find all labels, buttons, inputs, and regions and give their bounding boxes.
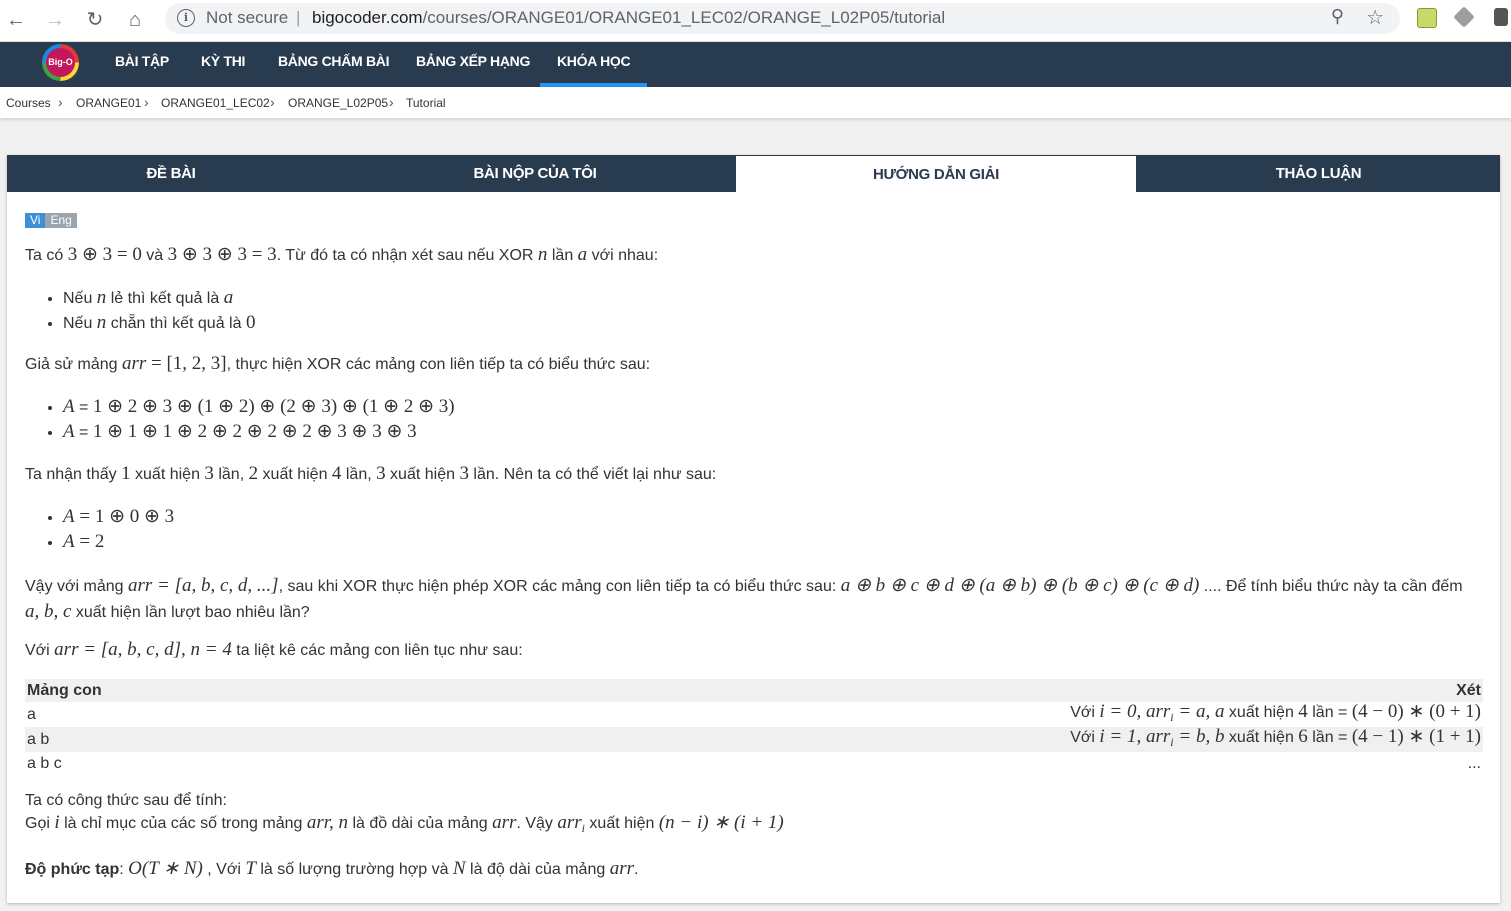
nav-bang-xep-hang[interactable]: BẢNG XẾP HẠNG xyxy=(416,42,530,87)
example-paragraph: Giả sử mảng arr = [1, 2, 3], thực hiện X… xyxy=(25,353,651,374)
table-cell: a xyxy=(27,705,36,723)
tab-bai-nop[interactable]: BÀI NỘP CỦA TÔI xyxy=(335,155,735,192)
tab-huong-dan-giai[interactable]: HƯỚNG DẪN GIẢI xyxy=(736,156,1136,192)
list-item: A = 1 ⊕ 2 ⊕ 3 ⊕ (1 ⊕ 2) ⊕ (2 ⊕ 3) ⊕ (1 ⊕… xyxy=(63,397,1485,422)
count-paragraph: Ta nhận thấy 1 xuất hiện 3 lần, 2 xuất h… xyxy=(25,463,717,484)
list-item: Nếu n chẵn thì kết quả là 0 xyxy=(63,313,1485,334)
lang-eng-button[interactable]: Eng xyxy=(45,213,77,228)
back-icon[interactable]: ← xyxy=(3,7,29,33)
complexity-label: Độ phức tạp xyxy=(25,860,120,878)
nav-ky-thi[interactable]: KỲ THI xyxy=(201,42,245,87)
tutorial-content: Vi Eng Ta có 3 ⊕ 3 = 0 và 3 ⊕ 3 ⊕ 3 = 3. … xyxy=(25,213,1485,880)
tab-de-bai[interactable]: ĐỀ BÀI xyxy=(7,155,335,192)
security-label: Not secure xyxy=(206,8,289,27)
chevron-right-icon: › xyxy=(58,94,63,110)
column-header: Mảng con xyxy=(27,681,102,699)
intro-paragraph: Ta có 3 ⊕ 3 = 0 và 3 ⊕ 3 ⊕ 3 = 3. Từ đó … xyxy=(25,244,659,265)
nav-bang-cham-bai[interactable]: BẢNG CHẤM BÀI xyxy=(278,42,390,87)
table-row: a b Với i = 1, arri = b, b xuất hiện 6 l… xyxy=(25,726,1483,753)
problem-tabs: ĐỀ BÀI BÀI NỘP CỦA TÔI HƯỚNG DẪN GIẢI TH… xyxy=(7,155,1500,192)
formula-paragraph: Gọi i là chỉ mục của các số trong mảng a… xyxy=(25,812,784,836)
table-header-row: Mảng con Xét xyxy=(25,679,1483,702)
home-icon[interactable]: ⌂ xyxy=(122,7,148,33)
nav-khoa-hoc[interactable]: KHÓA HỌC xyxy=(539,42,648,87)
list-item: Nếu n lẻ thì kết quả là a xyxy=(63,288,1485,313)
browser-toolbar: ← → ↻ ⌂ i Not secure | bigocoder.com/cou… xyxy=(0,0,1511,42)
list-subarrays-paragraph: Với arr = [a, b, c, d], n = 4 ta liệt kê… xyxy=(25,639,523,660)
breadcrumb-problem[interactable]: ORANGE_L02P05 xyxy=(288,96,388,110)
subarray-table: Mảng con Xét a Với i = 0, arri = a, a xu… xyxy=(25,679,1483,775)
reload-icon[interactable]: ↻ xyxy=(82,7,108,33)
tutorial-card: ĐỀ BÀI BÀI NỘP CỦA TÔI HƯỚNG DẪN GIẢI TH… xyxy=(7,155,1500,903)
list-item: A = 1 ⊕ 1 ⊕ 1 ⊕ 2 ⊕ 2 ⊕ 2 ⊕ 2 ⊕ 3 ⊕ 3 ⊕ … xyxy=(63,422,1485,443)
table-cell: ... xyxy=(1467,754,1481,772)
tab-thao-luan[interactable]: THẢO LUẬN xyxy=(1137,155,1500,192)
info-icon[interactable]: i xyxy=(177,9,195,27)
site-navbar: Big-O BÀI TẬP KỲ THI BẢNG CHẤM BÀI BẢNG … xyxy=(0,42,1511,87)
extension-cube-icon[interactable] xyxy=(1453,6,1475,28)
result-list: A = 1 ⊕ 0 ⊕ 3 A = 2 xyxy=(25,507,1485,553)
breadcrumb: Courses › ORANGE01 › ORANGE01_LEC02 › OR… xyxy=(0,87,1511,118)
breadcrumb-current: Tutorial xyxy=(406,96,446,110)
table-cell: a b c xyxy=(27,754,62,772)
table-row: a b c ... xyxy=(25,752,1483,775)
lang-vi-button[interactable]: Vi xyxy=(25,213,46,228)
table-cell: Với i = 0, arri = a, a xuất hiện 4 lần =… xyxy=(1070,701,1481,725)
table-cell: Với i = 1, arri = b, b xuất hiện 6 lần =… xyxy=(1070,726,1481,750)
list-item: A = 2 xyxy=(63,532,1485,553)
nav-bai-tap[interactable]: BÀI TẬP xyxy=(115,42,169,87)
bigo-logo[interactable]: Big-O xyxy=(42,44,79,81)
extension-notes-icon[interactable] xyxy=(1417,8,1437,28)
chevron-right-icon: › xyxy=(389,94,394,110)
language-switch: Vi Eng xyxy=(25,213,1485,228)
table-cell: a b xyxy=(27,730,50,748)
address-bar[interactable]: i Not secure | bigocoder.com/courses/ORA… xyxy=(165,3,1400,34)
table-row: a Với i = 0, arri = a, a xuất hiện 4 lần… xyxy=(25,702,1483,727)
expression-list: A = 1 ⊕ 2 ⊕ 3 ⊕ (1 ⊕ 2) ⊕ (2 ⊕ 3) ⊕ (1 ⊕… xyxy=(25,397,1485,443)
url-text[interactable]: bigocoder.com/courses/ORANGE01/ORANGE01_… xyxy=(312,8,945,28)
bookmark-star-icon[interactable]: ☆ xyxy=(1366,5,1384,30)
breadcrumb-courses[interactable]: Courses xyxy=(6,96,51,110)
extension-bulb-icon[interactable] xyxy=(1494,8,1508,26)
chevron-right-icon: › xyxy=(270,94,275,110)
parity-list: Nếu n lẻ thì kết quả là a Nếu n chẵn thì… xyxy=(25,288,1485,334)
breadcrumb-course[interactable]: ORANGE01 xyxy=(76,96,141,110)
column-header: Xét xyxy=(1456,681,1481,699)
formula-intro: Ta có công thức sau để tính: xyxy=(25,792,227,810)
general-paragraph: Vậy với mảng arr = [a, b, c, d, ...], sa… xyxy=(25,575,1463,622)
complexity-paragraph: Độ phức tạp: O(T ∗ N) , Với T là số lượn… xyxy=(25,857,639,879)
breadcrumb-lecture[interactable]: ORANGE01_LEC02 xyxy=(161,96,270,110)
zoom-icon[interactable]: ⚲ xyxy=(1331,6,1344,27)
chevron-right-icon: › xyxy=(144,94,149,110)
forward-icon[interactable]: → xyxy=(42,7,68,33)
separator: | xyxy=(296,8,301,27)
list-item: A = 1 ⊕ 0 ⊕ 3 xyxy=(63,507,1485,532)
